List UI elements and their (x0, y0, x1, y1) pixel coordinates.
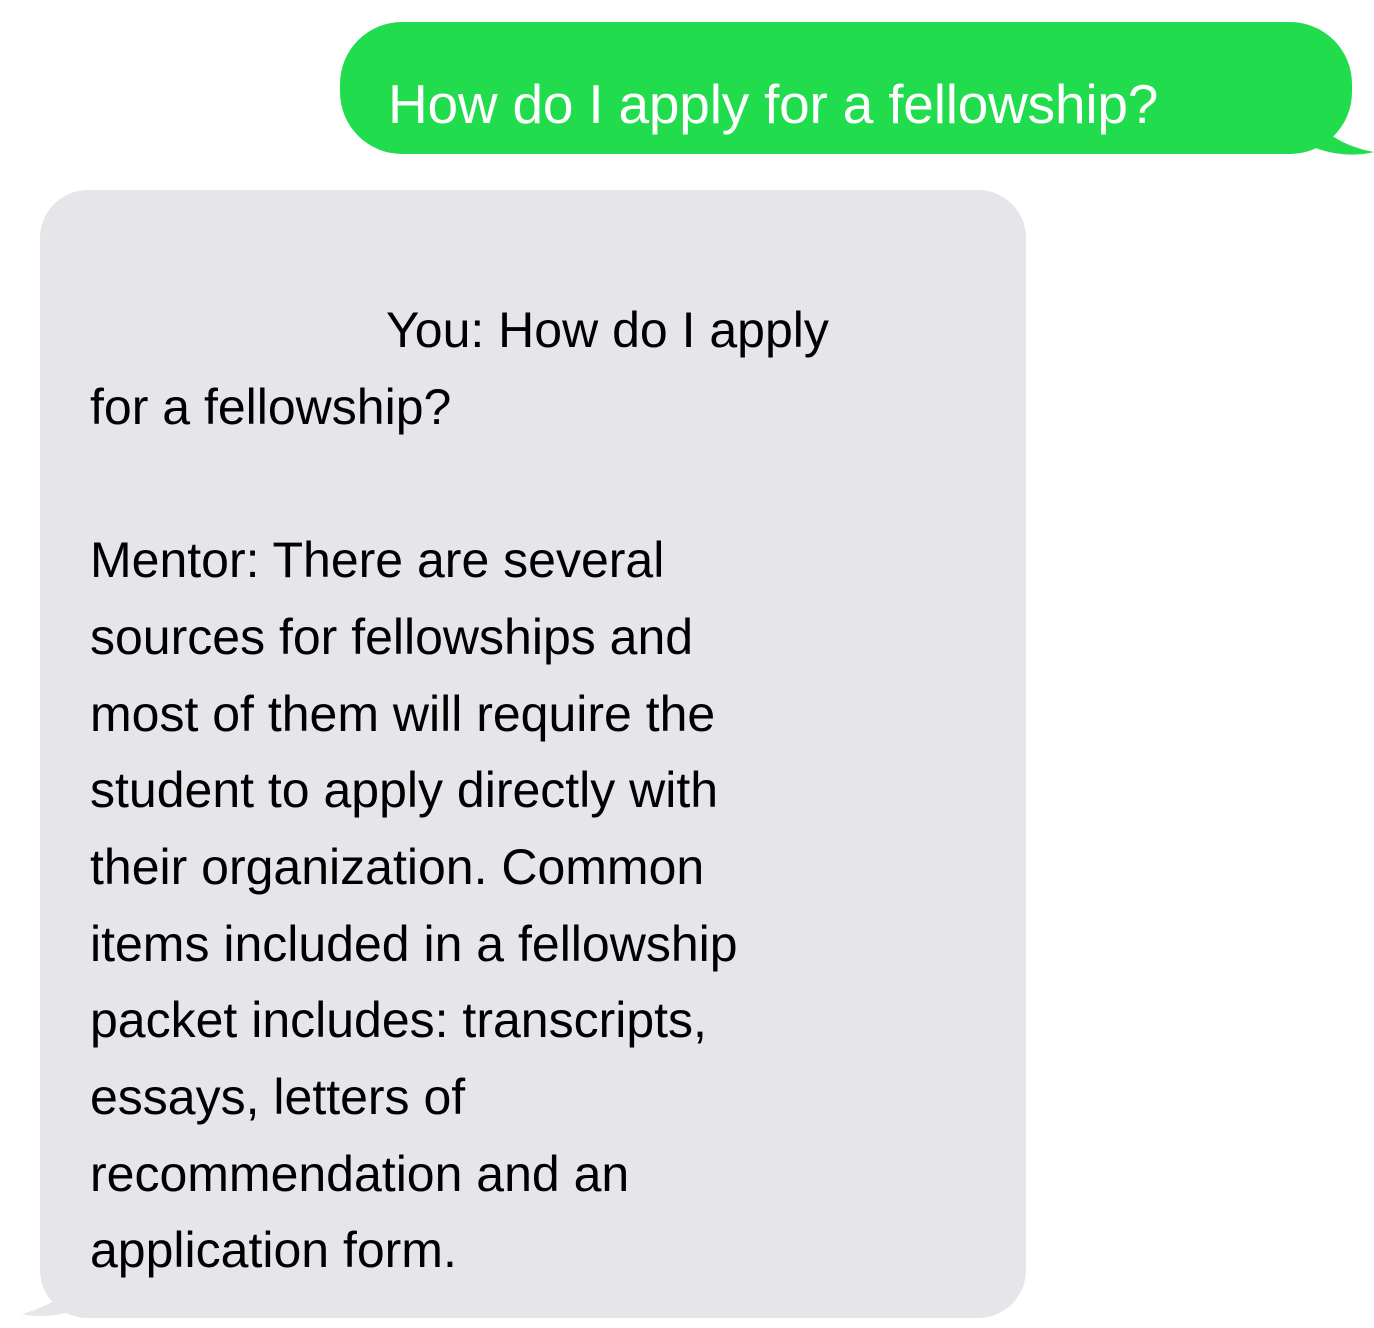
message-line: recommendation and an (90, 1145, 630, 1202)
message-line: sources for fellowships and (90, 608, 694, 665)
message-line: You: How do I apply (386, 302, 829, 358)
message-line: their organization. Common (90, 838, 705, 895)
sent-message-bubble[interactable]: How do I apply for a fellowship? (340, 22, 1352, 154)
sent-message-text: How do I apply for a fellowship? (388, 73, 1159, 135)
message-line: essays, letters of (90, 1069, 466, 1126)
message-line: most of them will require the (90, 685, 716, 742)
message-line: packet includes: transcripts, (90, 992, 707, 1049)
message-line: application form. (90, 1222, 457, 1279)
message-line: for a fellowship? (90, 378, 452, 435)
message-thread: How do I apply for a fellowship? You: Ho… (0, 0, 1374, 1328)
received-message-text: You: How do I apply for a fellowship? Me… (90, 292, 990, 1289)
message-line: student to apply directly with (90, 762, 719, 819)
message-line: Mentor: There are several (90, 532, 665, 589)
message-line: items included in a fellowship (90, 915, 738, 972)
received-message-bubble[interactable]: You: How do I apply for a fellowship? Me… (40, 190, 1026, 1318)
